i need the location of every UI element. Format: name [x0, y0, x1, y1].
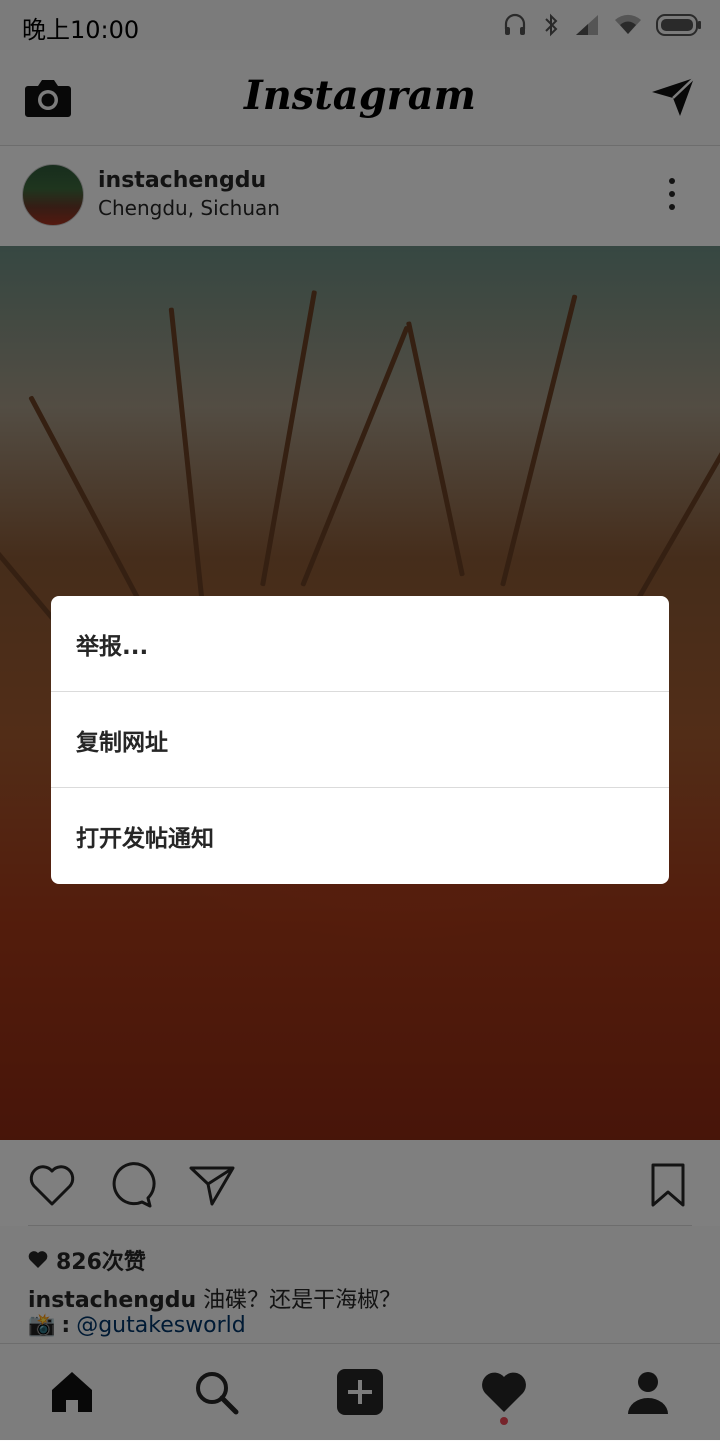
post-options-dialog: 举报... 复制网址 打开发帖通知	[51, 596, 669, 884]
dialog-report-option[interactable]: 举报...	[51, 596, 669, 691]
dialog-copy-link-option[interactable]: 复制网址	[51, 692, 669, 787]
dialog-post-notifications-option[interactable]: 打开发帖通知	[51, 788, 669, 883]
